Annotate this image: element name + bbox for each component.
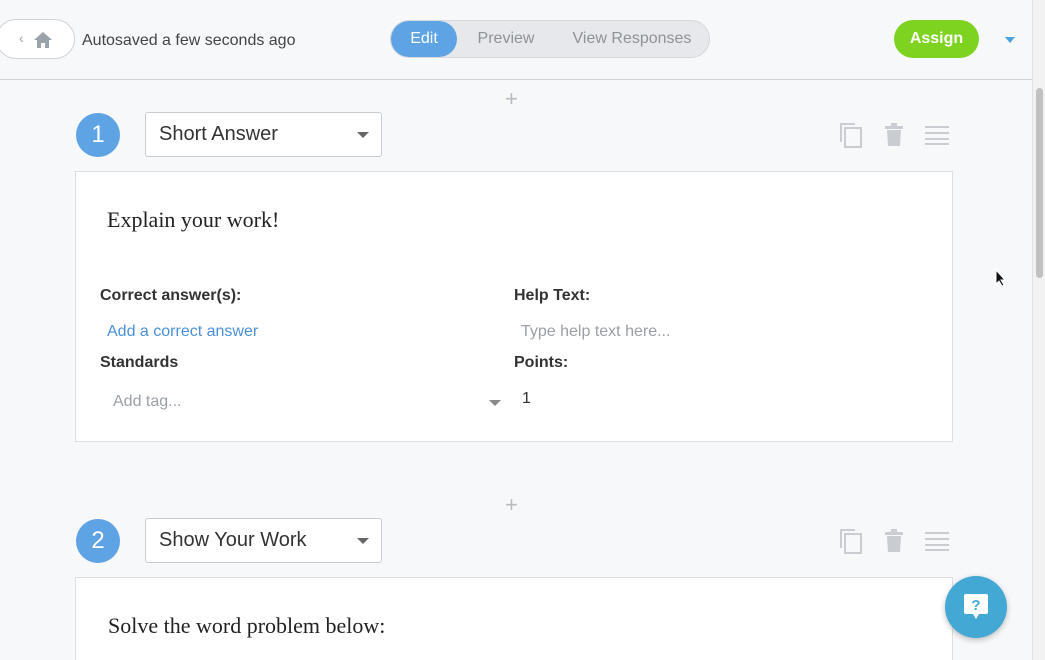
scrollbar-thumb[interactable] [1036, 88, 1043, 278]
points-input[interactable]: 1 [522, 390, 531, 408]
question-type-label: Short Answer [159, 123, 278, 145]
question-number: 2 [76, 519, 120, 563]
svg-text:?: ? [971, 597, 980, 614]
help-text-label: Help Text: [514, 287, 591, 304]
tab-view-responses[interactable]: View Responses [557, 21, 707, 57]
caret-down-icon[interactable] [1005, 37, 1015, 43]
drag-handle-icon[interactable] [925, 125, 949, 145]
mouse-cursor-icon [995, 269, 1007, 287]
correct-answers-label: Correct answer(s): [100, 287, 242, 304]
question-type-select[interactable]: Show Your Work [145, 518, 382, 563]
add-correct-answer-link[interactable]: Add a correct answer [107, 323, 258, 341]
chevron-left-icon: ‹ [19, 30, 24, 46]
chevron-down-icon [357, 538, 369, 544]
chevron-down-icon [357, 132, 369, 138]
question-number: 1 [76, 113, 120, 157]
chevron-down-icon[interactable] [489, 400, 501, 406]
question-prompt[interactable]: Solve the word problem below: [108, 613, 385, 639]
trash-icon[interactable] [884, 529, 904, 553]
add-question-icon[interactable]: + [505, 492, 518, 518]
home-button[interactable]: ‹ [0, 19, 75, 59]
scrollbar[interactable] [1032, 0, 1045, 660]
help-chat-icon: ? [964, 594, 988, 619]
copy-icon[interactable] [838, 121, 864, 149]
question-card: Solve the word problem below: [75, 577, 953, 660]
copy-icon[interactable] [838, 527, 864, 555]
points-label: Points: [514, 354, 569, 371]
view-tabs: Edit Preview View Responses [390, 20, 710, 58]
top-bar: ‹ Autosaved a few seconds ago Edit Previ… [0, 0, 1032, 80]
drag-handle-icon[interactable] [925, 531, 949, 551]
autosave-status: Autosaved a few seconds ago [82, 32, 296, 49]
help-text-input[interactable]: Type help text here... [521, 323, 670, 341]
standards-label: Standards [100, 354, 179, 371]
assign-button[interactable]: Assign [894, 20, 979, 58]
trash-icon[interactable] [884, 123, 904, 147]
tab-preview[interactable]: Preview [461, 21, 551, 57]
question-type-select[interactable]: Short Answer [145, 112, 382, 157]
home-icon [34, 32, 52, 48]
tab-edit[interactable]: Edit [391, 21, 457, 57]
question-prompt[interactable]: Explain your work! [107, 207, 279, 233]
tag-input[interactable]: Add tag... [113, 393, 182, 411]
question-card: Explain your work! Correct answer(s): Ad… [75, 171, 953, 442]
question-type-label: Show Your Work [159, 529, 307, 551]
help-button[interactable]: ? [945, 576, 1007, 638]
add-question-icon[interactable]: + [505, 86, 518, 112]
